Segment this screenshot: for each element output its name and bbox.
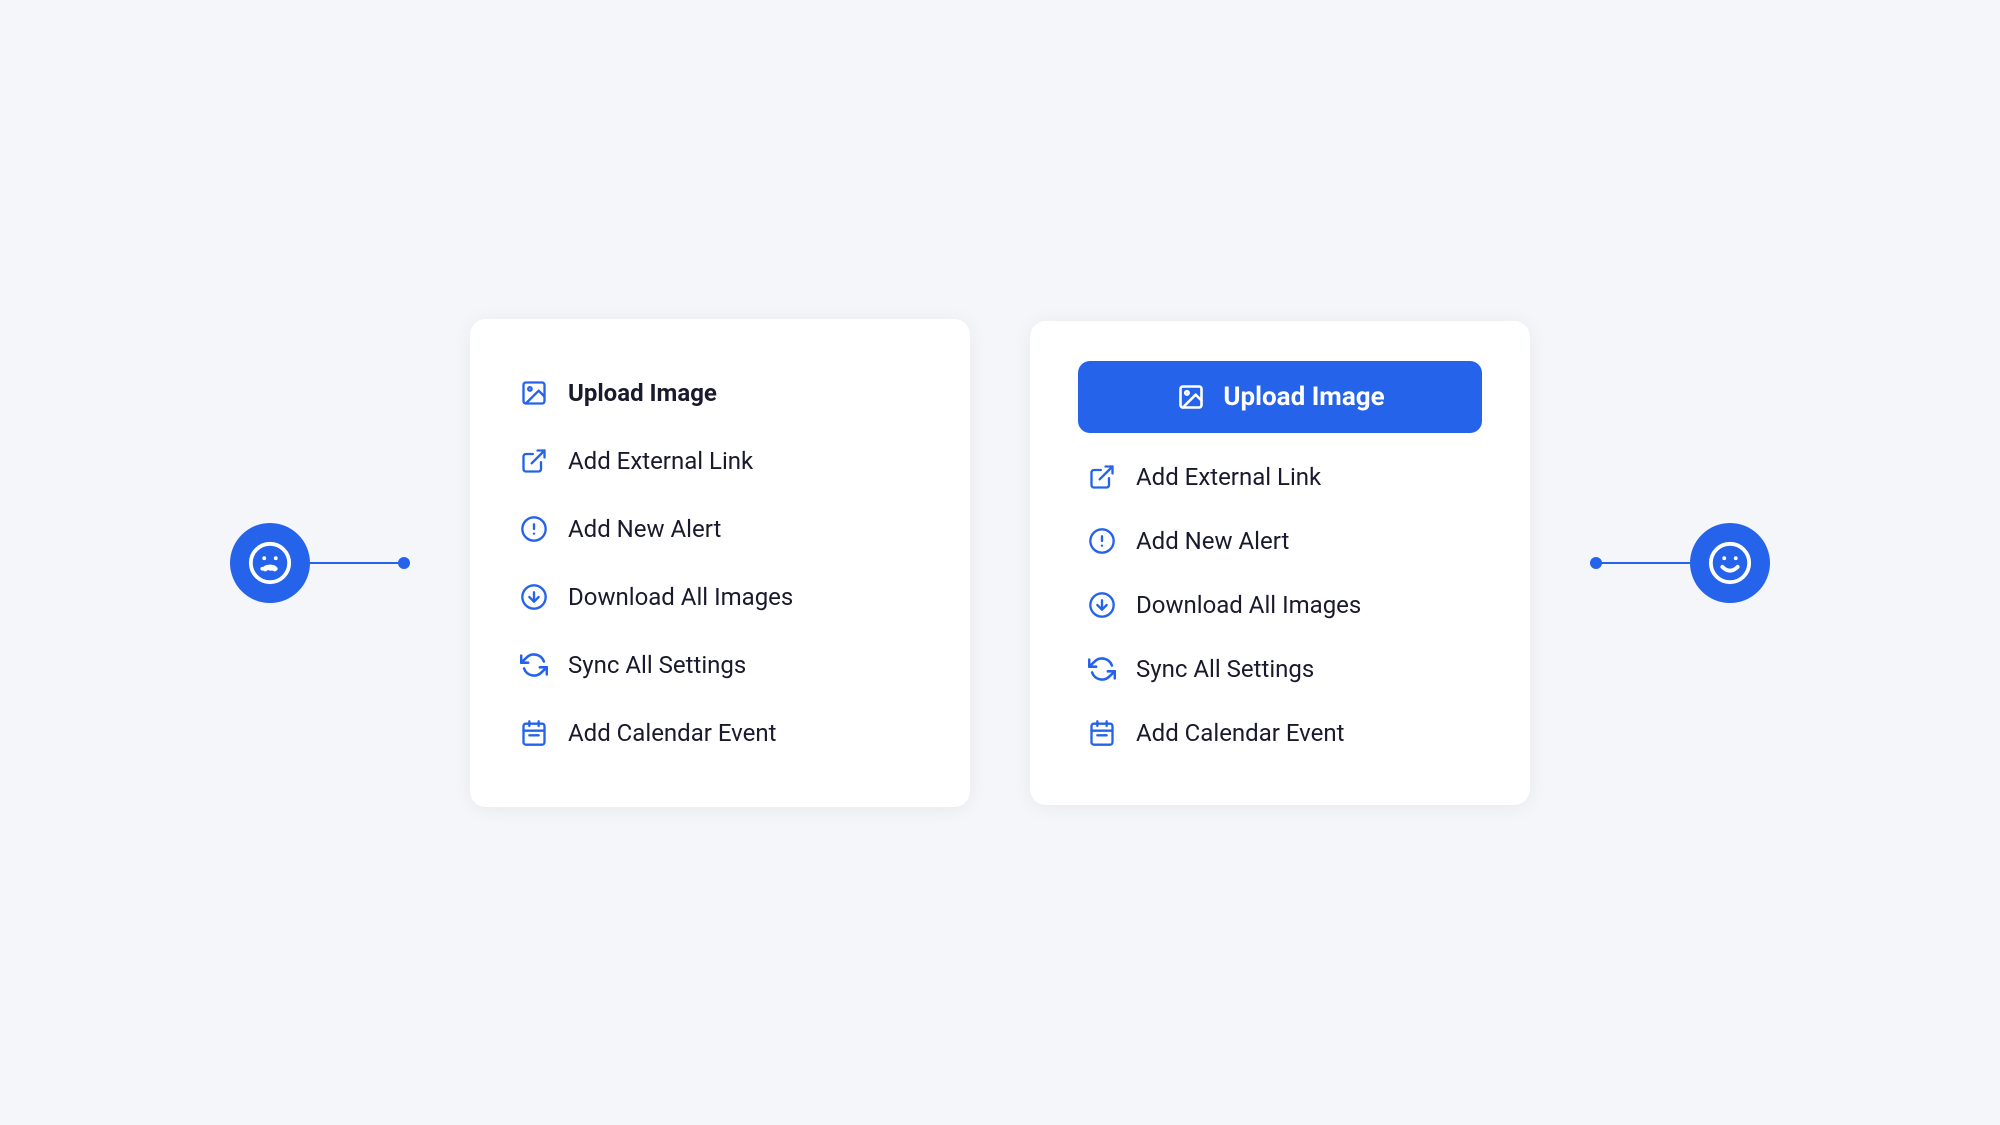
right-upload-image-icon (1175, 381, 1207, 413)
download-circle-icon (518, 581, 550, 613)
left-add-external-link-item[interactable]: Add External Link (518, 427, 922, 495)
left-add-new-alert-item[interactable]: Add New Alert (518, 495, 922, 563)
sad-face-circle (230, 523, 310, 603)
right-upload-image-button[interactable]: Upload Image (1078, 361, 1482, 433)
right-calendar-icon (1086, 717, 1118, 749)
left-line (310, 562, 410, 564)
main-container: Upload Image Add External Link Add N (0, 319, 2000, 807)
right-add-external-link-label: Add External Link (1136, 463, 1321, 491)
right-upload-image-label: Upload Image (1223, 382, 1384, 412)
right-alert-icon (1086, 525, 1118, 557)
left-upload-image-label: Upload Image (568, 379, 717, 407)
right-add-new-alert-item[interactable]: Add New Alert (1078, 509, 1482, 573)
left-add-external-link-label: Add External Link (568, 447, 753, 475)
left-download-all-images-label: Download All Images (568, 583, 793, 611)
left-add-calendar-event-label: Add Calendar Event (568, 719, 777, 747)
right-line (1590, 562, 1690, 564)
alert-icon (518, 513, 550, 545)
right-sync-icon (1086, 653, 1118, 685)
right-menu-panel: Upload Image Add External Link Add N (1030, 321, 1530, 805)
left-connector (230, 523, 410, 603)
right-external-link-icon (1086, 461, 1118, 493)
external-link-icon (518, 445, 550, 477)
happy-face-icon (1707, 540, 1753, 586)
upload-image-icon (518, 377, 550, 409)
calendar-icon (518, 717, 550, 749)
left-sync-all-settings-item[interactable]: Sync All Settings (518, 631, 922, 699)
sync-icon (518, 649, 550, 681)
left-download-all-images-item[interactable]: Download All Images (518, 563, 922, 631)
left-menu-panel: Upload Image Add External Link Add N (470, 319, 970, 807)
happy-face-circle (1690, 523, 1770, 603)
right-download-all-images-item[interactable]: Download All Images (1078, 573, 1482, 637)
left-sync-all-settings-label: Sync All Settings (568, 651, 746, 679)
right-add-external-link-item[interactable]: Add External Link (1078, 445, 1482, 509)
right-download-all-images-label: Download All Images (1136, 591, 1361, 619)
right-add-calendar-event-label: Add Calendar Event (1136, 719, 1345, 747)
left-add-new-alert-label: Add New Alert (568, 515, 721, 543)
right-sync-all-settings-item[interactable]: Sync All Settings (1078, 637, 1482, 701)
left-upload-image-item[interactable]: Upload Image (518, 359, 922, 427)
sad-face-icon (247, 540, 293, 586)
left-add-calendar-event-item[interactable]: Add Calendar Event (518, 699, 922, 767)
right-download-circle-icon (1086, 589, 1118, 621)
right-sync-all-settings-label: Sync All Settings (1136, 655, 1314, 683)
right-add-new-alert-label: Add New Alert (1136, 527, 1289, 555)
right-connector (1590, 523, 1770, 603)
right-add-calendar-event-item[interactable]: Add Calendar Event (1078, 701, 1482, 765)
